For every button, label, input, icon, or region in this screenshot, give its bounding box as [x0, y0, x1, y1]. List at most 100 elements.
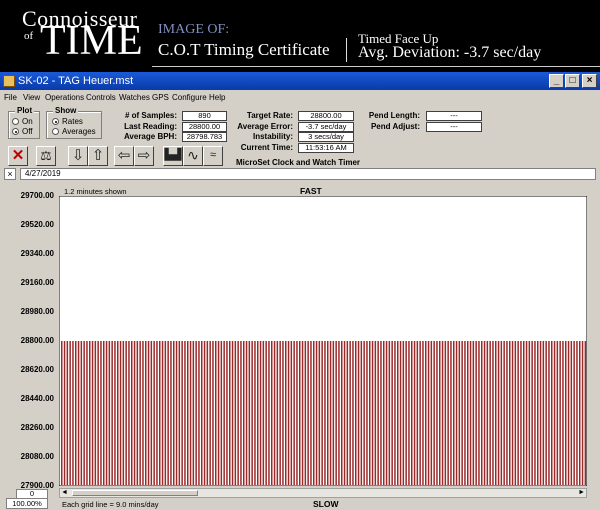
- plot-off-radio[interactable]: Off: [12, 127, 33, 136]
- rate-bar: [439, 341, 441, 485]
- show-group-label: Show: [53, 106, 79, 115]
- show-rates-label: Rates: [62, 117, 83, 126]
- rate-bar: [357, 341, 360, 485]
- rate-bar: [380, 341, 382, 485]
- rate-bar: [467, 341, 469, 485]
- rate-bar: [201, 341, 203, 485]
- banner-divider: [346, 38, 347, 62]
- rate-bar: [458, 341, 461, 485]
- rate-bar: [178, 341, 181, 485]
- plot-off-label: Off: [22, 127, 33, 136]
- rate-bar: [184, 341, 186, 485]
- menu-help[interactable]: Help: [209, 93, 225, 102]
- rate-bar: [103, 341, 105, 485]
- rate-bar: [500, 341, 503, 485]
- rate-bar: [203, 341, 206, 485]
- rate-bar: [411, 341, 413, 485]
- rate-bar: [321, 341, 323, 485]
- rate-bar: [391, 341, 393, 485]
- certificate-title: C.O.T Timing Certificate: [158, 40, 330, 59]
- wavy-lines-icon[interactable]: ≈: [203, 146, 223, 166]
- rate-bar: [422, 341, 424, 485]
- rate-bar: [349, 341, 351, 485]
- minimize-button[interactable]: _: [549, 74, 564, 88]
- menu-operations[interactable]: Operations: [45, 93, 84, 102]
- connoisseur-logo: Connoisseur of TIME: [6, 4, 146, 66]
- date-bar: × 4/27/2019: [4, 168, 596, 180]
- rate-bar: [433, 341, 435, 485]
- rate-bar: [215, 341, 217, 485]
- rate-bar: [497, 341, 500, 485]
- balance-scale-icon[interactable]: ⚖: [36, 146, 56, 166]
- menu-watches[interactable]: Watches: [119, 93, 150, 102]
- rate-bar: [279, 341, 281, 485]
- rate-bar: [301, 341, 304, 485]
- arrow-down-icon[interactable]: ⇩: [68, 146, 88, 166]
- rate-bar: [453, 341, 455, 485]
- menu-file[interactable]: File: [4, 93, 17, 102]
- rate-bar: [167, 341, 169, 485]
- rate-bar: [192, 341, 195, 485]
- rate-chart: [59, 196, 587, 486]
- rate-bar: [97, 341, 99, 485]
- last-reading-label: Last Reading:: [124, 122, 177, 131]
- menu-configure[interactable]: Configure: [172, 93, 207, 102]
- title-bar[interactable]: SK-02 - TAG Heuer.mst _ □ ×: [0, 72, 600, 90]
- rate-bar: [240, 341, 242, 485]
- last-reading-value: 28800.00: [182, 122, 227, 132]
- rate-bar: [117, 341, 119, 485]
- current-time-label: Current Time:: [240, 143, 293, 152]
- scroll-right-icon[interactable]: ►: [578, 489, 585, 496]
- rate-bar: [388, 341, 391, 485]
- rate-bar: [567, 341, 570, 485]
- rate-bar: [436, 341, 438, 485]
- close-x-icon[interactable]: ✕: [8, 146, 28, 166]
- rate-bar: [363, 341, 365, 485]
- rate-bar: [315, 341, 318, 485]
- rate-bar: [523, 341, 525, 485]
- horizontal-scrollbar[interactable]: ◄ ►: [59, 488, 587, 498]
- menu-gps[interactable]: GPS: [152, 93, 169, 102]
- rate-bar: [489, 341, 491, 485]
- rate-bar: [545, 341, 547, 485]
- sine-wave-icon[interactable]: ∿: [183, 146, 203, 166]
- rate-bar: [405, 341, 407, 485]
- rate-bar: [509, 341, 511, 485]
- rate-bar: [145, 341, 147, 485]
- show-group: Show Rates Averages: [46, 106, 102, 139]
- rate-bar: [262, 341, 265, 485]
- rate-bar: [581, 341, 584, 485]
- arrow-right-icon[interactable]: ⇨: [134, 146, 154, 166]
- arrow-left-icon[interactable]: ⇦: [114, 146, 134, 166]
- rate-bar: [450, 341, 452, 485]
- rate-bar: [427, 341, 430, 485]
- rate-bar: [371, 341, 374, 485]
- rate-bar: [556, 341, 559, 485]
- show-averages-radio[interactable]: Averages: [52, 127, 96, 136]
- menu-view[interactable]: View: [23, 93, 40, 102]
- date-clear-button[interactable]: ×: [4, 168, 16, 180]
- rate-bar: [229, 341, 231, 485]
- menu-controls[interactable]: Controls: [86, 93, 116, 102]
- date-field[interactable]: 4/27/2019: [20, 168, 596, 180]
- show-rates-radio[interactable]: Rates: [52, 117, 83, 126]
- rate-bar: [77, 341, 80, 485]
- rate-bar: [237, 341, 239, 485]
- close-window-button[interactable]: ×: [582, 74, 597, 88]
- plot-on-radio[interactable]: On: [12, 117, 33, 126]
- bar-chart-icon[interactable]: ▙▟: [163, 146, 183, 166]
- rate-bar: [296, 341, 298, 485]
- rate-bar: [430, 341, 433, 485]
- logo-time-text: TIME: [40, 18, 143, 64]
- instability-value: 3 secs/day: [298, 132, 354, 142]
- rate-bar: [175, 341, 178, 485]
- maximize-button[interactable]: □: [565, 74, 580, 88]
- rate-bar: [537, 341, 539, 485]
- arrow-up-icon[interactable]: ⇧: [88, 146, 108, 166]
- scroll-left-icon[interactable]: ◄: [61, 489, 68, 496]
- rate-bar: [128, 341, 130, 485]
- rate-bar: [318, 341, 321, 485]
- scroll-thumb[interactable]: [72, 490, 198, 496]
- rate-bar: [276, 341, 279, 485]
- rate-bar: [223, 341, 225, 485]
